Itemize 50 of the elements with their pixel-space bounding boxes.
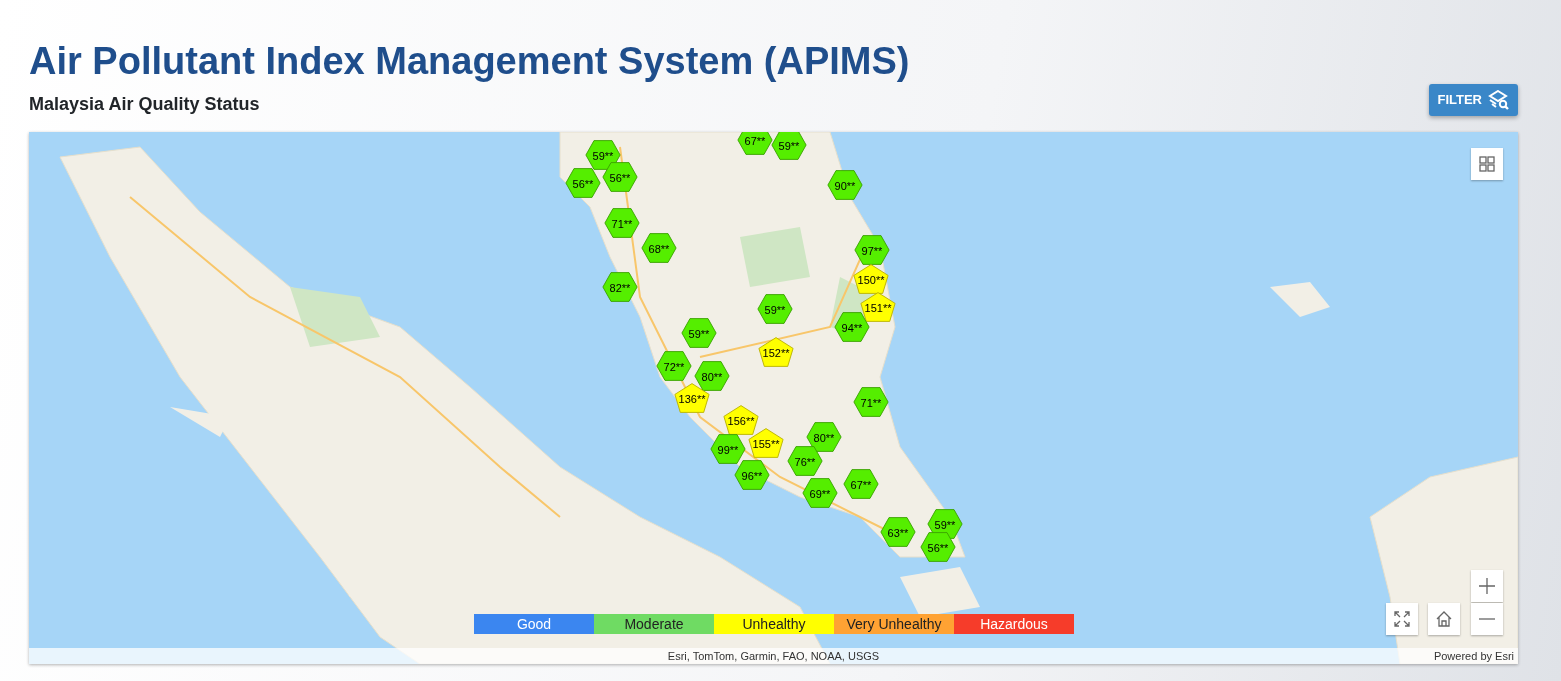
station-marker[interactable]: 67** xyxy=(737,132,773,156)
grid-button[interactable] xyxy=(1471,148,1503,180)
legend-item: Very Unhealthy xyxy=(834,614,954,634)
station-marker[interactable]: 59** xyxy=(757,293,793,325)
map-subtitle: Malaysia Air Quality Status xyxy=(29,94,260,116)
home-button[interactable] xyxy=(1428,603,1460,635)
station-marker[interactable]: 136** xyxy=(674,382,710,414)
station-marker[interactable]: 69** xyxy=(802,477,838,509)
station-marker[interactable]: 56** xyxy=(920,531,956,563)
legend-item: Unhealthy xyxy=(714,614,834,634)
page-title: Air Pollutant Index Management System (APIMS) xyxy=(29,39,911,84)
expand-icon xyxy=(1394,611,1410,627)
zoom-out-button[interactable] xyxy=(1471,603,1503,635)
powered-by-link[interactable]: Powered by Esri xyxy=(1433,648,1514,664)
station-marker[interactable]: 71** xyxy=(604,207,640,239)
station-marker[interactable]: 68** xyxy=(641,232,677,264)
station-marker[interactable]: 150** xyxy=(853,263,889,295)
filter-button[interactable]: FILTER xyxy=(1429,84,1518,116)
legend-item: Moderate xyxy=(594,614,714,634)
station-marker[interactable]: 151** xyxy=(860,291,896,323)
station-marker[interactable]: 96** xyxy=(734,459,770,491)
station-marker[interactable]: 80** xyxy=(694,360,730,392)
station-marker[interactable]: 59** xyxy=(771,132,807,161)
station-marker[interactable]: 59** xyxy=(681,317,717,349)
station-marker[interactable]: 82** xyxy=(602,271,638,303)
station-marker[interactable]: 156** xyxy=(723,404,759,436)
station-marker[interactable]: 99** xyxy=(710,433,746,465)
plus-icon xyxy=(1479,578,1495,594)
zoom-in-button[interactable] xyxy=(1471,570,1503,602)
legend-item: Hazardous xyxy=(954,614,1074,634)
station-marker[interactable]: 56** xyxy=(565,167,601,199)
station-marker[interactable]: 80** xyxy=(806,421,842,453)
home-icon xyxy=(1436,611,1452,627)
station-marker[interactable]: 155** xyxy=(748,427,784,459)
legend-item: Good xyxy=(474,614,594,634)
station-marker[interactable]: 63** xyxy=(880,516,916,548)
station-marker[interactable]: 152** xyxy=(758,336,794,368)
fullscreen-button[interactable] xyxy=(1386,603,1418,635)
station-marker[interactable]: 94** xyxy=(834,311,870,343)
station-marker[interactable]: 56** xyxy=(602,161,638,193)
layers-search-icon xyxy=(1488,90,1510,110)
station-marker[interactable]: 90** xyxy=(827,169,863,201)
station-marker[interactable]: 67** xyxy=(843,468,879,500)
map-attribution: Esri, TomTom, Garmin, FAO, NOAA, USGS xyxy=(667,649,880,664)
grid-icon xyxy=(1479,156,1495,172)
station-marker[interactable]: 76** xyxy=(787,445,823,477)
station-marker[interactable]: 71** xyxy=(853,386,889,418)
minus-icon xyxy=(1479,618,1495,620)
station-marker[interactable]: 72** xyxy=(656,350,692,382)
station-marker[interactable]: 97** xyxy=(854,234,890,266)
